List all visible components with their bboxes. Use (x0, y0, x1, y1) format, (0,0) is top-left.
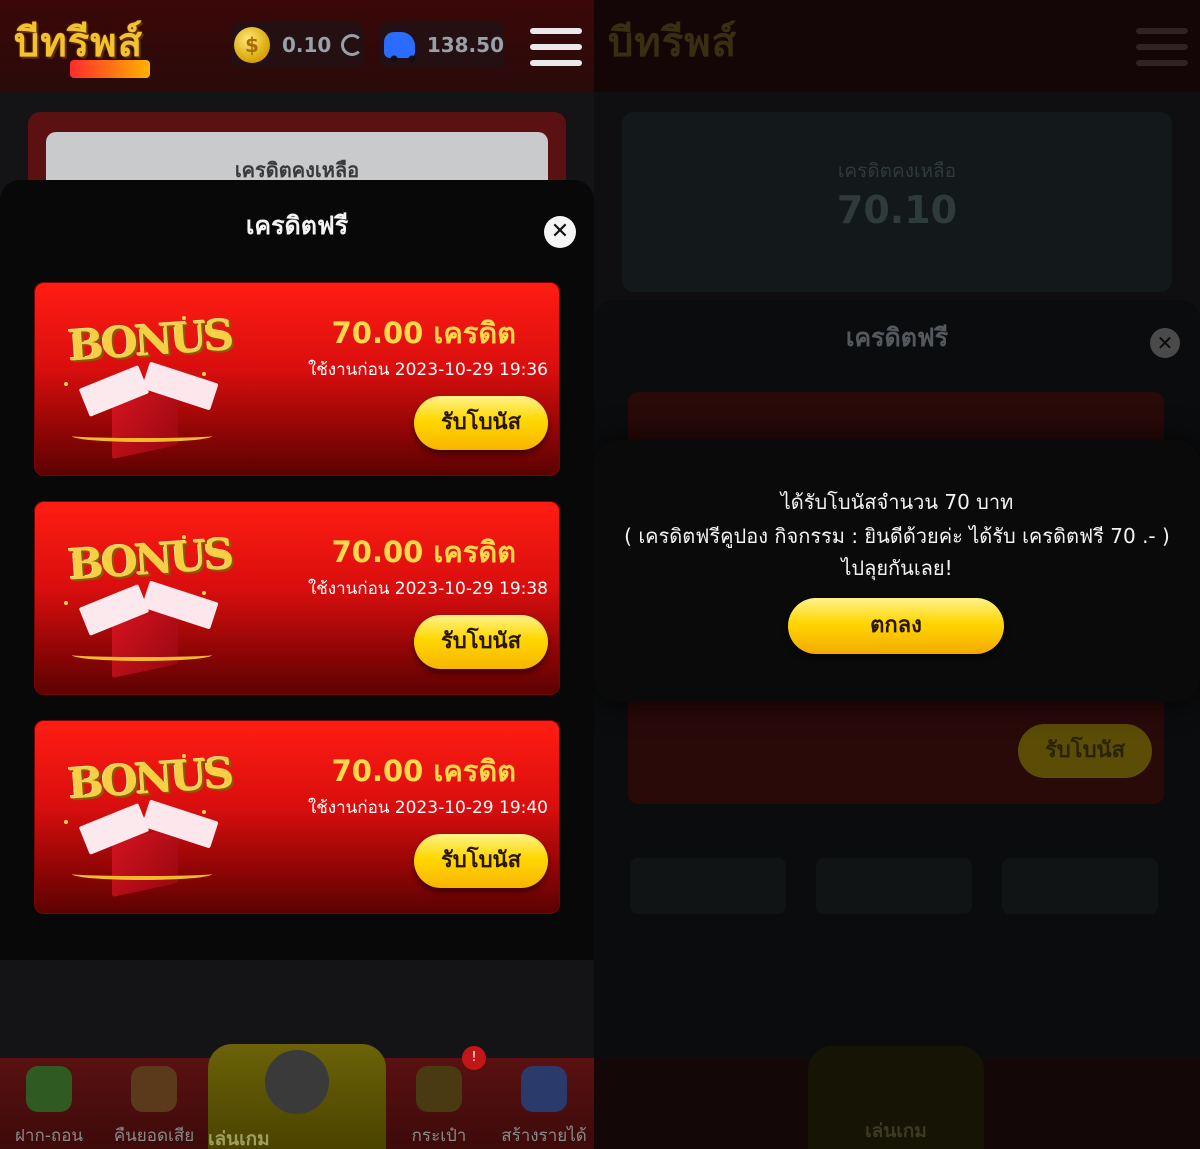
nav-label: กระเป๋า (411, 1126, 467, 1146)
bonus-card: BONUS 70.00 เครดิต ใช้งานก่อน 2023-10-29… (34, 282, 560, 476)
dialog-message-line3: ไปลุยกันเลย! (841, 556, 953, 580)
logo-ribbon (70, 60, 150, 78)
nav-label: คืนยอดเสีย (113, 1126, 195, 1146)
top-bar: บีทรีพส์ $ 0.10 138.50 (0, 0, 594, 92)
dialog-message-line1: ได้รับโบนัสจำนวน 70 บาท (780, 490, 1014, 514)
ok-button[interactable]: ตกลง (788, 598, 1004, 654)
menu-icon[interactable] (530, 28, 582, 66)
bonus-expiry: ใช้งานก่อน 2023-10-29 19:38 (307, 579, 548, 599)
wallet-icon (416, 1066, 462, 1112)
top-bar-dimmed: บีทรีพส์ (594, 0, 1200, 92)
credit-balance: 138.50 (426, 33, 504, 57)
bonus-card: BONUS 70.00 เครดิต ใช้งานก่อน 2023-10-29… (34, 720, 560, 914)
bonus-amount: 70.00 เครดิต (331, 754, 516, 788)
bottom-nav: ฝาก-ถอน คืนยอดเสีย เล่นเกม กระเป๋า ! สร้… (0, 1044, 594, 1149)
logo-text: บีทรีพส์ (608, 19, 738, 66)
bonus-expiry: ใช้งานก่อน 2023-10-29 19:36 (307, 360, 548, 380)
nav-label: เล่นเกม (865, 1120, 927, 1142)
notification-badge: ! (462, 1046, 486, 1070)
coin-icon: $ (234, 27, 270, 63)
claim-bonus-button[interactable]: รับโบนัส (414, 834, 548, 888)
bonus-expiry: ใช้งานก่อน 2023-10-29 19:40 (307, 798, 548, 818)
bottom-nav-dimmed: เล่นเกม (594, 1046, 1200, 1149)
claim-bonus-button[interactable]: รับโบนัส (414, 615, 548, 669)
coin-balance: 0.10 (282, 33, 332, 57)
nav-item-affiliate[interactable]: สร้างรายได้ (494, 1058, 594, 1149)
credit-summary-card: เครดิตคงเหลือ 70.10 (622, 112, 1172, 292)
claim-bonus-button[interactable]: รับโบนัส (414, 396, 548, 450)
credit-summary-value: 70.10 (836, 188, 958, 232)
close-icon: ✕ (1150, 328, 1180, 358)
slot-machine-icon (265, 1050, 329, 1114)
free-credit-sheet: เครดิตฟรี ✕ BONUS 70.00 เครดิต ใช้งานก่อ… (0, 180, 594, 960)
left-screen: บีทรีพส์ $ 0.10 138.50 เครดิตคงเหลือ เคร… (0, 0, 594, 1149)
claim-bonus-button: รับโบนัส (1018, 724, 1152, 778)
site-logo: บีทรีพส์ (608, 10, 758, 82)
cashback-icon (131, 1066, 177, 1112)
nav-item-deposit-withdraw[interactable]: ฝาก-ถอน (0, 1058, 98, 1149)
nav-item-play-game: เล่นเกม (808, 1046, 984, 1149)
bonus-card: BONUS 70.00 เครดิต ใช้งานก่อน 2023-10-29… (34, 501, 560, 695)
nav-item-wallet[interactable]: กระเป๋า (392, 1058, 486, 1149)
credit-balance-chip[interactable]: 138.50 (380, 22, 504, 68)
bonus-gift-icon: BONUS (62, 310, 233, 462)
bonus-gift-icon: BONUS (62, 748, 233, 900)
nav-label: สร้างรายได้ (501, 1126, 587, 1146)
bonus-amount: 70.00 เครดิต (331, 316, 516, 350)
nav-label: ฝาก-ถอน (14, 1126, 84, 1146)
affiliate-icon (521, 1066, 567, 1112)
nav-label: เล่นเกม (208, 1128, 270, 1149)
bonus-gift-icon: BONUS (62, 529, 233, 681)
nav-item-play-game[interactable]: เล่นเกม (208, 1044, 386, 1149)
credit-summary-label: เครดิตคงเหลือ (837, 160, 957, 182)
refresh-icon[interactable] (341, 34, 364, 56)
bonus-amount: 70.00 เครดิต (331, 535, 516, 569)
sheet-title: เครดิตฟรี (845, 323, 949, 352)
site-logo[interactable]: บีทรีพส์ (14, 10, 164, 82)
deposit-withdraw-icon (26, 1066, 72, 1112)
close-icon[interactable]: ✕ (544, 216, 576, 248)
bonus-received-dialog: ได้รับโบนัสจำนวน 70 บาท ( เครดิตฟรีคูปอง… (594, 440, 1200, 702)
car-icon (384, 32, 416, 63)
tile-row (630, 858, 1160, 914)
nav-item-cashback[interactable]: คืนยอดเสีย (102, 1058, 206, 1149)
sheet-title: เครดิตฟรี (245, 211, 349, 240)
right-screen: บีทรีพส์ เครดิตคงเหลือ 70.10 เครดิตฟรี ✕… (594, 0, 1200, 1149)
menu-icon (1136, 28, 1188, 66)
dialog-message-line2: ( เครดิตฟรีคูปอง กิจกรรม : ยินดีด้วยค่ะ … (624, 524, 1170, 548)
coin-balance-chip[interactable]: $ 0.10 (232, 22, 364, 68)
